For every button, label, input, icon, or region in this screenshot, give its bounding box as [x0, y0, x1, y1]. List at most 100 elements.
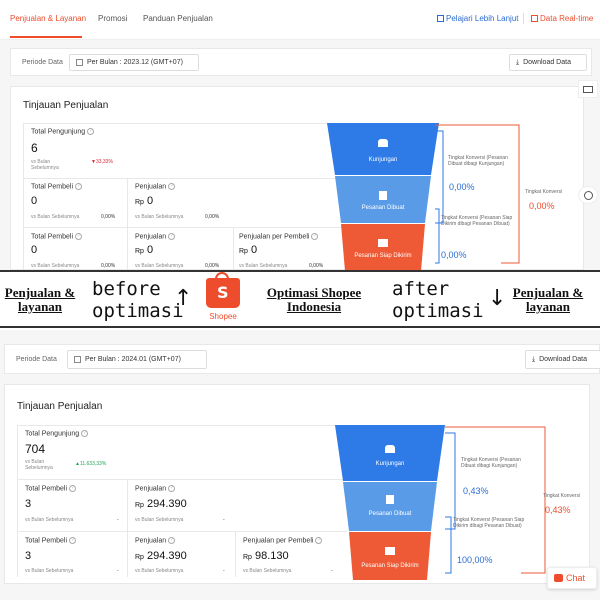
download-icon: ⤓ — [516, 58, 520, 66]
metric-change-visitors: ▼33,33% — [91, 159, 113, 165]
grid-line — [23, 227, 343, 228]
clipboard-icon — [386, 495, 394, 504]
conversion-total-value: 0,43% — [545, 505, 571, 515]
after-caption: after optimasi — [392, 278, 484, 322]
realtime-data-link[interactable]: Data Real-time — [531, 14, 593, 23]
grid-line — [23, 123, 24, 271]
funnel-label-shipped: Pesanan Siap Dikirim — [361, 563, 419, 569]
conversion-value-1: 0,43% — [463, 486, 489, 496]
grid-line — [17, 425, 347, 426]
help-icon: ? — [81, 430, 89, 437]
funnel-label-orders: Pesanan Dibuat — [361, 205, 405, 211]
period-value: Per Bulan : 2023.12 (GMT+07) — [87, 59, 183, 66]
metric-title-sales: Penjualan? — [135, 485, 176, 492]
metric-change: 0,00% — [205, 214, 220, 220]
period-label: Periode Data — [16, 356, 57, 363]
help-icon: ? — [75, 233, 83, 240]
grid-line — [23, 178, 343, 179]
metric-title-per-buyer: Penjualan per Pembeli? — [239, 233, 319, 240]
top-nav: Penjualan & Layanan Promosi Panduan Penj… — [0, 0, 600, 40]
before-caption: before optimasi — [92, 278, 184, 322]
grid-line — [127, 479, 128, 577]
chat-bubble-icon — [554, 574, 563, 582]
grid-line — [23, 123, 343, 124]
metric-value-visitors: 704 — [25, 442, 46, 456]
download-data-button[interactable]: ⤓ Download Data — [525, 350, 600, 369]
metric-change-visitors: ▲11.633,33% — [75, 461, 107, 467]
metric-title-buyers-2: Total Pembeli? — [25, 537, 77, 544]
shopee-bag-icon: S — [206, 272, 240, 308]
metric-value-per-buyer: Rp 0 — [239, 244, 258, 256]
metric-value-sales-2: Rp 0 — [135, 244, 154, 256]
divider — [523, 13, 524, 24]
left-link[interactable]: Penjualan & layanan — [2, 286, 78, 314]
learn-more-link[interactable]: Pelajari Lebih Lanjut — [437, 14, 519, 23]
funnel-connectors — [435, 124, 520, 264]
period-selector[interactable]: Per Bulan : 2024.01 (GMT+07) — [67, 350, 207, 369]
metric-title-per-buyer: Penjualan per Pembeli? — [243, 537, 323, 544]
metric-sub: vs Bulan Sebelumnya — [25, 568, 74, 574]
before-sales-overview-card: Tinjauan Penjualan Total Pengunjung? 6 v… — [10, 86, 584, 271]
help-icon: ? — [168, 485, 176, 492]
metric-title-visitors: Total Pengunjung? — [25, 430, 89, 437]
metric-change: - — [117, 517, 119, 523]
conversion-value-2: 100,00% — [457, 555, 493, 565]
metric-value-buyers: 3 — [25, 498, 32, 510]
user-icon — [385, 445, 395, 453]
tab-panduan-penjualan[interactable]: Panduan Penjualan — [143, 14, 213, 23]
support-icon[interactable] — [578, 186, 598, 204]
funnel-top-segment — [327, 123, 439, 175]
help-icon: ? — [75, 183, 83, 190]
chat-button[interactable]: Chat — [547, 567, 597, 589]
metric-sub: vs Bulan Sebelumnya — [135, 517, 184, 523]
metric-value-visitors: 6 — [31, 141, 38, 155]
metric-value-per-buyer: Rp 98.130 — [243, 550, 289, 562]
conversion-value-2: 0,00% — [441, 250, 467, 260]
help-icon: ? — [168, 233, 176, 240]
metric-title-buyers: Total Pembeli? — [31, 183, 83, 190]
download-label: Download Data — [523, 59, 571, 66]
chart-icon — [531, 15, 538, 22]
tab-promosi[interactable]: Promosi — [98, 14, 127, 23]
download-label: Download Data — [539, 356, 587, 363]
chat-label: Chat — [566, 573, 586, 583]
right-link[interactable]: Penjualan & layanan — [508, 286, 588, 314]
metric-change: 0,00% — [101, 214, 116, 220]
metric-value-buyers-2: 3 — [25, 550, 32, 562]
metric-change: - — [117, 568, 119, 574]
box-icon — [378, 239, 388, 247]
center-link[interactable]: Optimasi Shopee Indonesia — [258, 286, 370, 314]
metric-value-buyers-2: 0 — [31, 244, 38, 256]
metric-value-buyers: 0 — [31, 195, 38, 207]
metric-sub: vs Bulan Sebelumnya — [31, 159, 59, 171]
funnel-label-visits: Kunjungan — [368, 157, 398, 163]
shopee-logo-text: Shopee — [209, 312, 237, 321]
metric-title-sales: Penjualan? — [135, 183, 176, 190]
funnel-mid-segment — [343, 482, 437, 531]
metric-sub: vs Bulan Sebelumnya — [239, 263, 288, 269]
mail-icon[interactable] — [578, 80, 598, 98]
help-icon: ? — [87, 128, 95, 135]
down-arrow-icon: ↓ — [488, 286, 507, 311]
grid-line — [127, 178, 128, 271]
funnel-bottom-segment — [341, 224, 425, 271]
metric-title-sales-2: Penjualan? — [135, 233, 176, 240]
clipboard-icon — [379, 191, 387, 200]
metric-change: 0,00% — [101, 263, 116, 269]
help-icon: ? — [168, 183, 176, 190]
grid-line — [235, 531, 236, 577]
period-selector[interactable]: Per Bulan : 2023.12 (GMT+07) — [69, 54, 199, 71]
funnel-top-segment — [335, 425, 445, 481]
help-icon: ? — [69, 485, 77, 492]
conversion-total-value: 0,00% — [529, 201, 555, 211]
realtime-label: Data Real-time — [540, 14, 594, 23]
conversion-label-1: Tingkat Konversi (Pesanan Dibuat dibagi … — [448, 155, 508, 167]
metric-sub: vs Bulan Sebelumnya — [135, 263, 184, 269]
metric-sub: vs Bulan Sebelumnya — [25, 459, 53, 471]
conversion-label-2: Tingkat Konversi (Pesanan Siap Dikirim d… — [453, 517, 525, 529]
tab-penjualan-layanan[interactable]: Penjualan & Layanan — [10, 14, 86, 23]
metric-change: 0,00% — [205, 263, 220, 269]
metric-sub: vs Bulan Sebelumnya — [31, 263, 80, 269]
download-data-button[interactable]: ⤓ Download Data — [509, 54, 587, 71]
metric-change: - — [223, 568, 225, 574]
